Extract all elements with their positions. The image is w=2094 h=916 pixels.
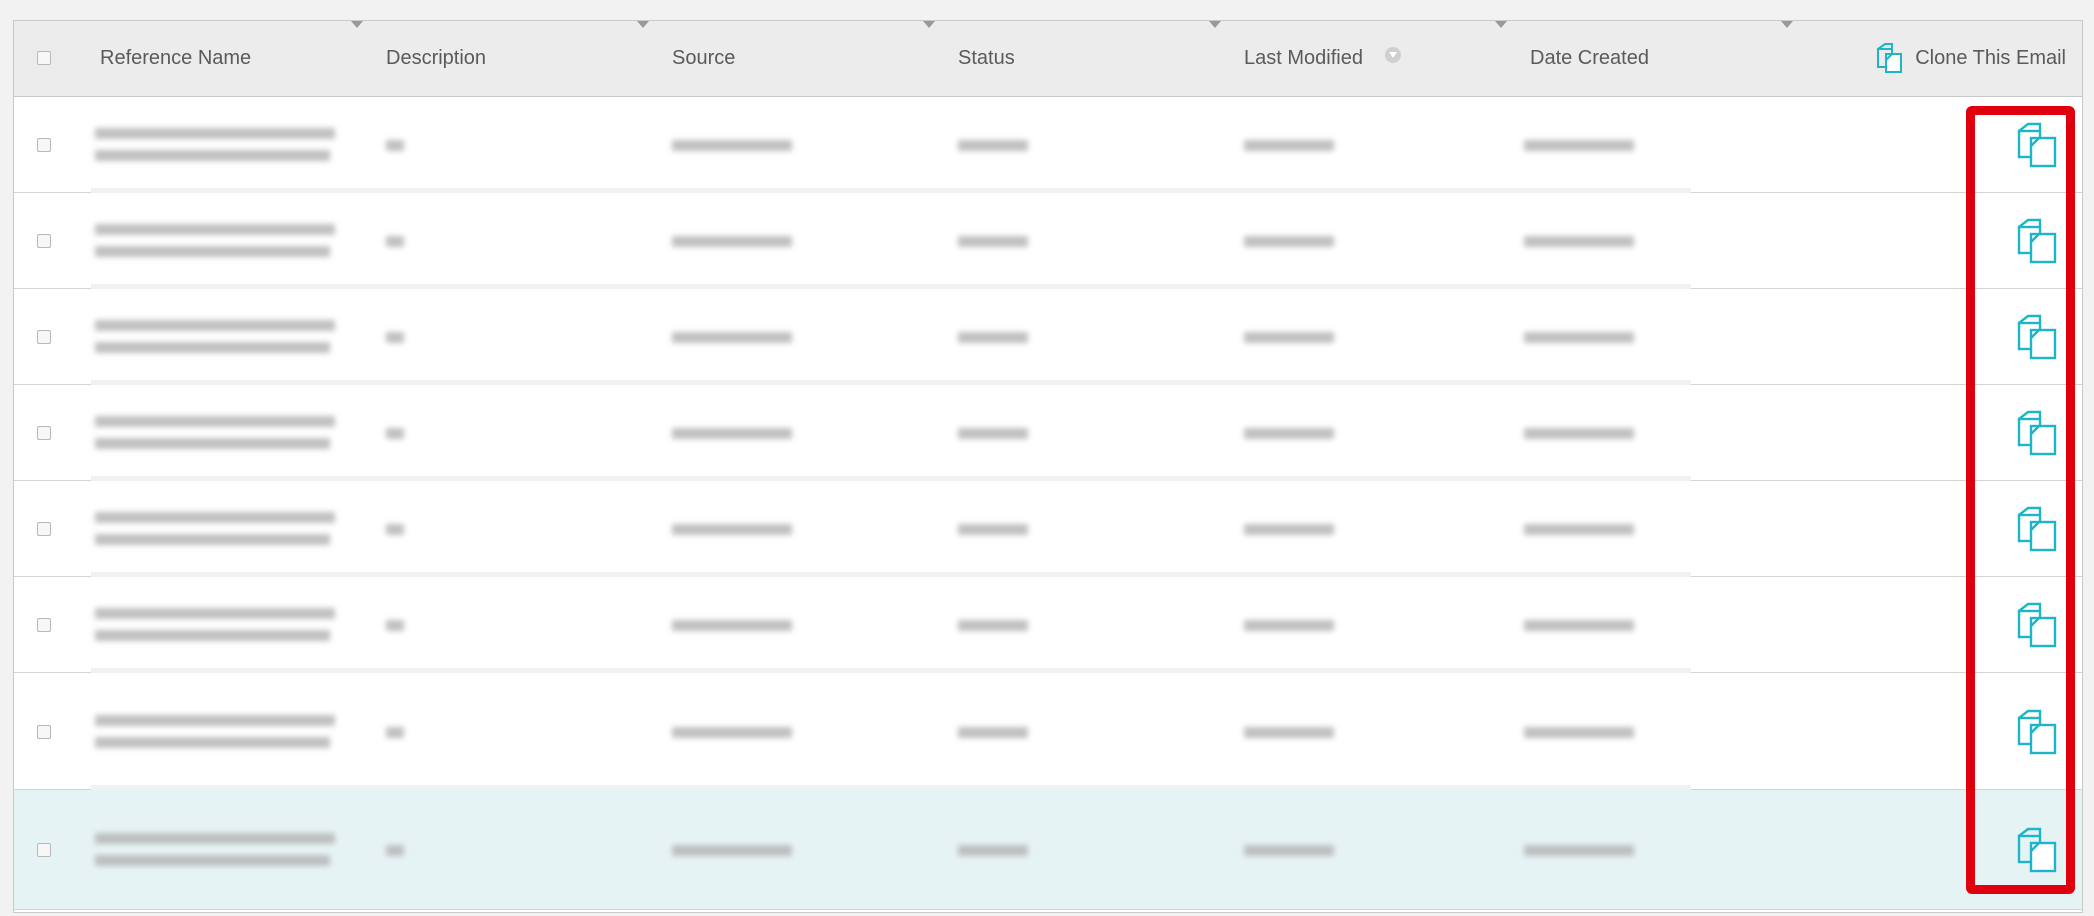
cell-reference-name-obscured [95,416,335,427]
clone-icon [1877,43,1903,73]
cell-status-obscured [958,845,1028,856]
cell-reference-name-obscured [95,246,330,257]
cell-description-obscured [386,428,404,439]
cell-last-modified-obscured [1244,236,1334,247]
clone-column-header: Clone This Email [1875,43,2066,73]
cell-reference-name-obscured [95,128,335,139]
chevron-down-icon[interactable] [351,21,363,28]
table-row[interactable] [14,193,2082,289]
row-checkbox[interactable] [37,843,51,857]
chevron-down-icon[interactable] [923,21,935,28]
email-table: Reference Name Description Source Status… [13,20,2083,913]
cell-source-obscured [672,620,792,631]
column-header-last-modified[interactable]: Last Modified [1244,47,1363,70]
column-header-status[interactable]: Status [958,47,1015,70]
cell-date-created-obscured [1524,428,1634,439]
cell-source-obscured [672,524,792,535]
row-checkbox[interactable] [37,330,51,344]
cell-last-modified-obscured [1244,332,1334,343]
cell-reference-name-obscured [95,534,330,545]
clone-column-highlight [1966,106,2075,894]
cell-last-modified-obscured [1244,726,1334,738]
cell-status-obscured [958,332,1028,343]
table-row[interactable] [14,577,2082,673]
chevron-down-icon[interactable] [637,21,649,28]
table-row[interactable] [14,481,2082,577]
cell-description-obscured [386,726,404,738]
table-row[interactable] [14,790,2082,910]
cell-date-created-obscured [1524,524,1634,535]
cell-reference-name-obscured [95,736,330,748]
cell-last-modified-obscured [1244,140,1334,151]
cell-reference-name-obscured [95,855,330,866]
cell-status-obscured [958,236,1028,247]
row-checkbox[interactable] [37,522,51,536]
cell-reference-name-obscured [95,630,330,641]
cell-source-obscured [672,428,792,439]
cell-reference-name-obscured [95,512,335,523]
cell-reference-name-obscured [95,714,335,726]
table-header: Reference Name Description Source Status… [14,21,2082,97]
cell-status-obscured [958,524,1028,535]
cell-reference-name-obscured [95,833,335,844]
chevron-down-icon[interactable] [1495,21,1507,28]
column-header-source[interactable]: Source [672,47,735,70]
table-row[interactable] [14,97,2082,193]
cell-status-obscured [958,428,1028,439]
cell-description-obscured [386,236,404,247]
cell-last-modified-obscured [1244,524,1334,535]
table-row[interactable] [14,385,2082,481]
cell-description-obscured [386,620,404,631]
cell-reference-name-obscured [95,150,330,161]
cell-description-obscured [386,845,404,856]
cell-description-obscured [386,524,404,535]
cell-source-obscured [672,332,792,343]
cell-date-created-obscured [1524,620,1634,631]
cell-reference-name-obscured [95,342,330,353]
cell-last-modified-obscured [1244,428,1334,439]
cell-last-modified-obscured [1244,845,1334,856]
cell-source-obscured [672,845,792,856]
table-row[interactable] [14,673,2082,790]
column-header-date-created[interactable]: Date Created [1530,47,1649,70]
column-header-description[interactable]: Description [386,47,486,70]
cell-reference-name-obscured [95,320,335,331]
chevron-down-icon[interactable] [1781,21,1793,28]
cell-reference-name-obscured [95,224,335,235]
cell-reference-name-obscured [95,608,335,619]
cell-date-created-obscured [1524,140,1634,151]
cell-description-obscured [386,140,404,151]
cell-date-created-obscured [1524,332,1634,343]
cell-date-created-obscured [1524,845,1634,856]
column-header-reference-name[interactable]: Reference Name [100,47,251,70]
cell-status-obscured [958,620,1028,631]
sort-indicator-icon[interactable] [1385,47,1401,63]
cell-reference-name-obscured [95,438,330,449]
row-checkbox[interactable] [37,618,51,632]
cell-last-modified-obscured [1244,620,1334,631]
row-checkbox[interactable] [37,724,51,739]
select-all-checkbox[interactable] [37,51,51,65]
cell-description-obscured [386,332,404,343]
cell-status-obscured [958,726,1028,738]
row-checkbox[interactable] [37,234,51,248]
cell-date-created-obscured [1524,726,1634,738]
chevron-down-icon[interactable] [1209,21,1221,28]
row-checkbox[interactable] [37,138,51,152]
cell-status-obscured [958,140,1028,151]
cell-source-obscured [672,140,792,151]
cell-source-obscured [672,236,792,247]
table-row[interactable] [14,289,2082,385]
cell-source-obscured [672,726,792,738]
clone-column-label: Clone This Email [1915,46,2066,69]
cell-date-created-obscured [1524,236,1634,247]
row-checkbox[interactable] [37,426,51,440]
